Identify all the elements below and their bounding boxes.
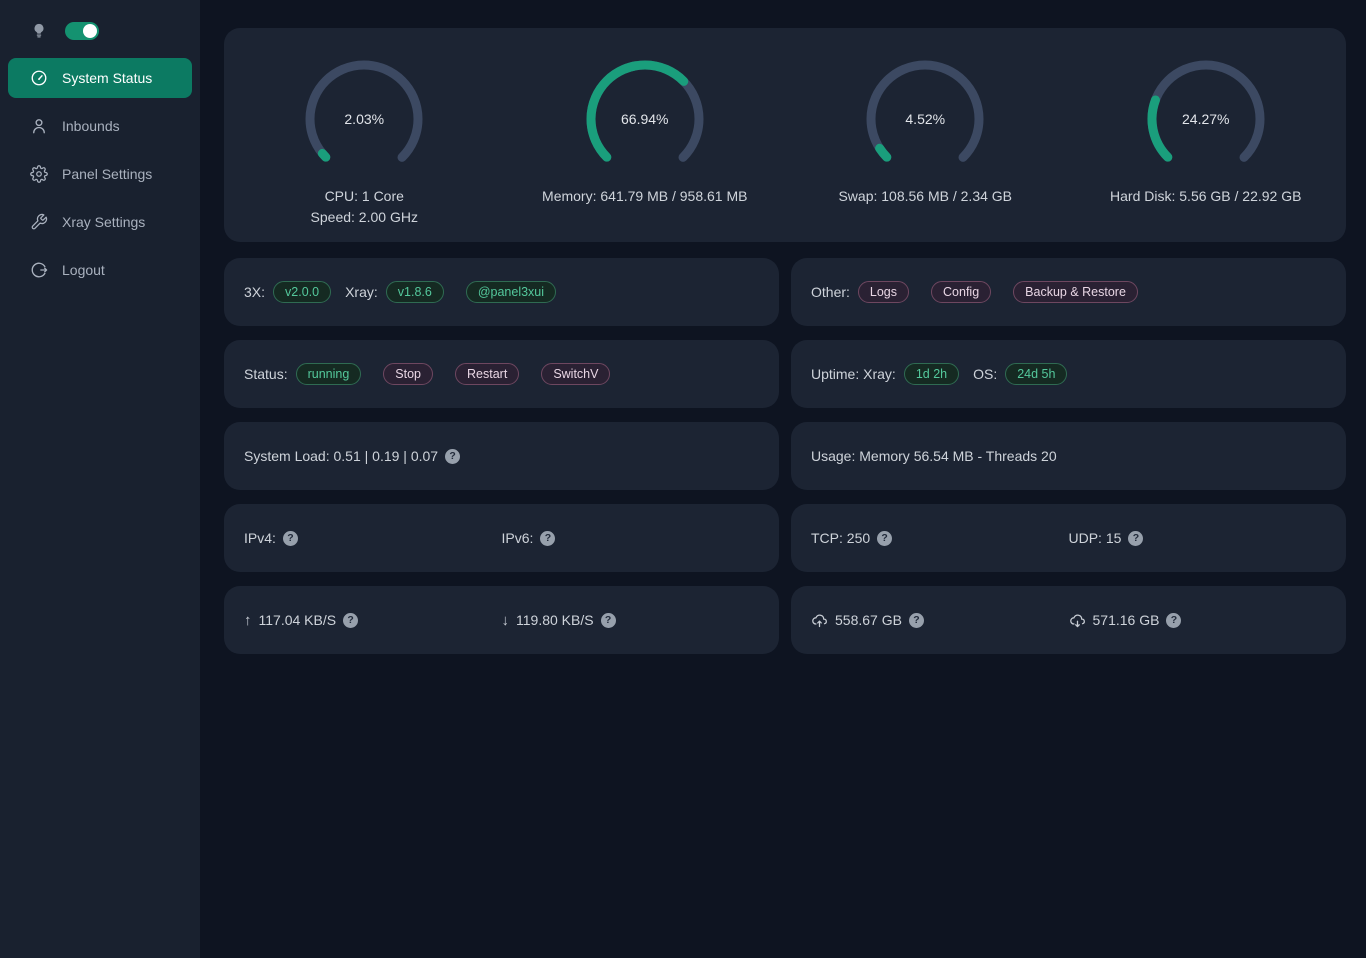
status-overview-card: 2.03% CPU: 1 Core Speed: 2.00 GHz 66.94%… [224,28,1346,242]
help-icon[interactable]: ? [445,449,460,464]
ipv4-block: IPv4: ? [244,530,502,546]
main-content: 2.03% CPU: 1 Core Speed: 2.00 GHz 66.94%… [200,0,1366,958]
net-total-card: 558.67 GB ? 571.16 GB ? [791,586,1346,654]
sidebar-item-label: Panel Settings [62,166,152,182]
help-icon[interactable]: ? [283,531,298,546]
other-label: Other: [811,284,850,300]
help-icon[interactable]: ? [1128,531,1143,546]
help-icon[interactable]: ? [343,613,358,628]
sidebar-item-label: Xray Settings [62,214,145,230]
memory-label: Memory: 641.79 MB / 958.61 MB [542,186,747,207]
ipv6-label: IPv6: [502,530,534,546]
other-card: Other: Logs Config Backup & Restore [791,258,1346,326]
logs-button[interactable]: Logs [858,281,909,303]
system-load-card: System Load: 0.51 | 0.19 | 0.07 ? [224,422,779,490]
theme-row [0,0,200,54]
telegram-tag[interactable]: @panel3xui [466,281,556,303]
total-upload: 558.67 GB [835,612,902,628]
tcp-count: TCP: 250 [811,530,870,546]
uptime-xray-label: Uptime: Xray: [811,366,896,382]
sidebar: System Status Inbounds Panel Settings [0,0,200,958]
3x-label: 3X: [244,284,265,300]
memory-gauge: 66.94% Memory: 641.79 MB / 958.61 MB [505,57,786,242]
total-download-block: 571.16 GB ? [1069,612,1327,629]
help-icon[interactable]: ? [877,531,892,546]
panel-version-tag[interactable]: v2.0.0 [273,281,331,303]
download-speed-block: ↓ 119.80 KB/S ? [502,612,760,629]
running-status-tag: running [296,363,362,385]
help-icon[interactable]: ? [909,613,924,628]
system-load-text: System Load: 0.51 | 0.19 | 0.07 [244,448,438,464]
usage-card: Usage: Memory 56.54 MB - Threads 20 [791,422,1346,490]
ip-card: IPv4: ? IPv6: ? [224,504,779,572]
cloud-download-icon [1069,612,1086,629]
config-button[interactable]: Config [931,281,991,303]
sidebar-nav: System Status Inbounds Panel Settings [0,58,200,290]
status-label: Status: [244,366,288,382]
sidebar-item-system-status[interactable]: System Status [8,58,192,98]
sidebar-item-xray-settings[interactable]: Xray Settings [8,202,192,242]
user-icon [30,117,48,135]
switch-version-button[interactable]: SwitchV [541,363,610,385]
upload-speed-block: ↑ 117.04 KB/S ? [244,612,502,629]
upload-speed: 117.04 KB/S [259,612,337,628]
udp-block: UDP: 15 ? [1069,530,1327,546]
version-card: 3X: v2.0.0 Xray: v1.8.6 @panel3xui [224,258,779,326]
gear-icon [30,165,48,183]
os-uptime-tag: 24d 5h [1005,363,1067,385]
uptime-card: Uptime: Xray: 1d 2h OS: 24d 5h [791,340,1346,408]
app-root: System Status Inbounds Panel Settings [0,0,1366,958]
swap-label: Swap: 108.56 MB / 2.34 GB [838,186,1012,207]
sidebar-item-inbounds[interactable]: Inbounds [8,106,192,146]
cpu-percent: 2.03% [302,57,426,181]
udp-count: UDP: 15 [1069,530,1122,546]
backup-restore-button[interactable]: Backup & Restore [1013,281,1138,303]
sidebar-item-panel-settings[interactable]: Panel Settings [8,154,192,194]
disk-gauge: 24.27% Hard Disk: 5.56 GB / 22.92 GB [1066,57,1347,242]
swap-percent: 4.52% [863,57,987,181]
total-download: 571.16 GB [1093,612,1160,628]
total-upload-block: 558.67 GB ? [811,612,1069,629]
cloud-upload-icon [811,612,828,629]
download-speed: 119.80 KB/S [516,612,594,628]
connections-card: TCP: 250 ? UDP: 15 ? [791,504,1346,572]
help-icon[interactable]: ? [1166,613,1181,628]
sidebar-item-label: Inbounds [62,118,120,134]
net-speed-card: ↑ 117.04 KB/S ? ↓ 119.80 KB/S ? [224,586,779,654]
dashboard-icon [30,69,48,87]
theme-toggle[interactable] [65,22,99,40]
xray-version-tag[interactable]: v1.8.6 [386,281,444,303]
toggle-knob [83,24,97,38]
sidebar-item-label: Logout [62,262,105,278]
xray-status-card: Status: running Stop Restart SwitchV [224,340,779,408]
help-icon[interactable]: ? [601,613,616,628]
down-arrow-icon: ↓ [502,612,510,629]
os-label: OS: [973,366,997,382]
usage-text: Usage: Memory 56.54 MB - Threads 20 [811,448,1057,464]
cpu-gauge: 2.03% CPU: 1 Core Speed: 2.00 GHz [224,57,505,242]
disk-label: Hard Disk: 5.56 GB / 22.92 GB [1110,186,1301,207]
restart-button[interactable]: Restart [455,363,519,385]
xray-uptime-tag: 1d 2h [904,363,959,385]
wrench-icon [30,213,48,231]
disk-percent: 24.27% [1144,57,1268,181]
swap-gauge: 4.52% Swap: 108.56 MB / 2.34 GB [785,57,1066,242]
lightbulb-icon [30,22,48,40]
help-icon[interactable]: ? [540,531,555,546]
info-grid: 3X: v2.0.0 Xray: v1.8.6 @panel3xui Other… [224,258,1346,654]
up-arrow-icon: ↑ [244,612,252,629]
xray-label: Xray: [345,284,378,300]
ipv6-block: IPv6: ? [502,530,760,546]
ipv4-label: IPv4: [244,530,276,546]
logout-icon [30,261,48,279]
memory-percent: 66.94% [583,57,707,181]
sidebar-item-label: System Status [62,70,152,86]
cpu-label: CPU: 1 Core Speed: 2.00 GHz [311,186,418,228]
sidebar-item-logout[interactable]: Logout [8,250,192,290]
tcp-block: TCP: 250 ? [811,530,1069,546]
stop-button[interactable]: Stop [383,363,433,385]
